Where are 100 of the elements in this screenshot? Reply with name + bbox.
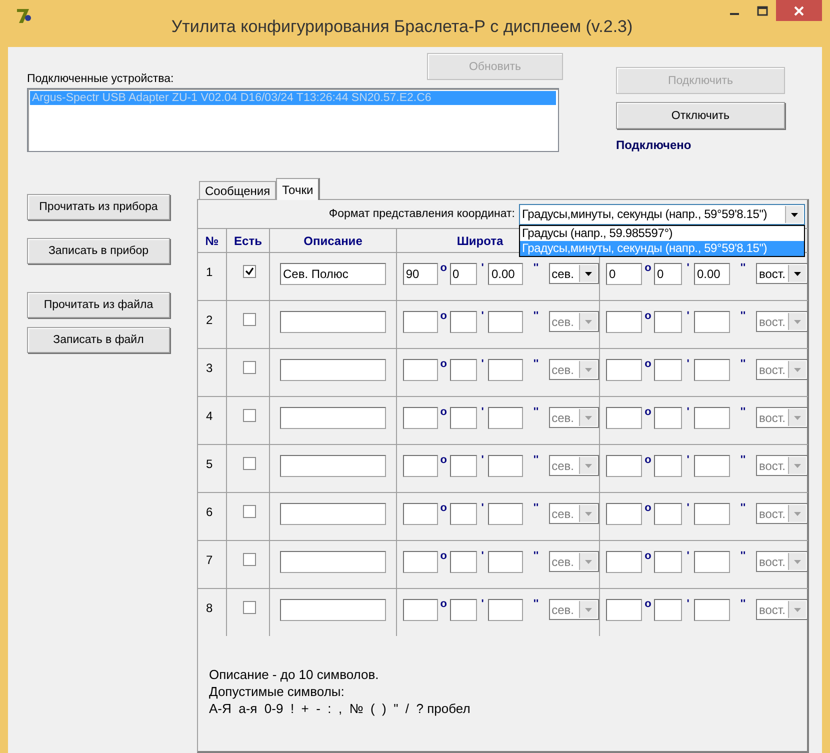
hemisphere-dropdown[interactable]: сев. xyxy=(548,599,599,620)
minutes-field[interactable] xyxy=(450,311,477,333)
minute-mark: ' xyxy=(686,311,690,321)
seconds-field[interactable] xyxy=(694,455,730,477)
present-checkbox[interactable] xyxy=(243,601,256,614)
minute-mark: ' xyxy=(480,551,485,561)
close-button[interactable] xyxy=(776,0,822,21)
second-mark: '' xyxy=(739,263,747,273)
seconds-field[interactable] xyxy=(488,359,524,381)
present-checkbox[interactable] xyxy=(243,553,256,566)
seconds-field[interactable] xyxy=(488,455,524,477)
format-label: Формат представления координат: xyxy=(328,208,515,220)
hemisphere-dropdown[interactable]: вост. xyxy=(756,551,808,572)
degrees-field[interactable] xyxy=(606,311,642,333)
degrees-field[interactable] xyxy=(402,359,438,381)
seconds-field[interactable]: 0.00 xyxy=(488,263,524,285)
degrees-field[interactable] xyxy=(606,551,642,573)
hemisphere-dropdown[interactable]: вост. xyxy=(756,455,808,476)
degrees-field[interactable] xyxy=(402,407,438,429)
minutes-field[interactable] xyxy=(450,503,477,525)
hemisphere-dropdown[interactable]: сев. xyxy=(548,311,599,332)
present-checkbox[interactable] xyxy=(243,457,256,470)
degrees-field[interactable] xyxy=(402,455,438,477)
format-option[interactable]: Градусы,минуты, секунды (напр., 59°59'8.15") xyxy=(520,240,804,256)
present-checkbox[interactable] xyxy=(243,409,256,422)
hemisphere-dropdown[interactable]: вост. xyxy=(756,359,808,380)
hemisphere-dropdown[interactable]: сев. xyxy=(548,503,599,524)
seconds-field[interactable] xyxy=(694,551,730,573)
action-button[interactable]: Прочитать из файла xyxy=(27,292,170,318)
hemisphere-dropdown[interactable]: сев. xyxy=(548,551,599,572)
minutes-field[interactable] xyxy=(450,599,477,621)
description-field[interactable] xyxy=(280,503,386,525)
hemisphere-dropdown[interactable]: сев. xyxy=(548,455,599,476)
seconds-field[interactable] xyxy=(488,503,524,525)
hemisphere-dropdown[interactable]: вост. xyxy=(756,311,808,332)
action-button[interactable]: Записать в файл xyxy=(27,327,170,353)
seconds-field[interactable] xyxy=(694,359,730,381)
action-button[interactable]: Прочитать из прибора xyxy=(27,194,170,220)
seconds-field[interactable]: 0.00 xyxy=(694,263,730,285)
degrees-field[interactable] xyxy=(606,599,642,621)
minutes-field[interactable] xyxy=(654,551,682,573)
seconds-field[interactable] xyxy=(488,407,524,429)
description-field[interactable] xyxy=(280,311,386,333)
minutes-field[interactable] xyxy=(450,455,477,477)
seconds-field[interactable] xyxy=(488,599,524,621)
format-option[interactable]: Градусы (напр., 59.985597°) xyxy=(520,226,804,240)
present-checkbox[interactable] xyxy=(243,505,256,518)
column-header: Широта xyxy=(456,234,504,248)
degree-mark: o xyxy=(440,359,448,369)
minutes-field[interactable] xyxy=(450,407,477,429)
degrees-field[interactable]: 0 xyxy=(606,263,642,285)
degrees-field[interactable] xyxy=(606,407,642,429)
format-dropdown[interactable]: Градусы,минуты, секунды (напр., 59°59'8.15") xyxy=(519,204,805,224)
minutes-field[interactable] xyxy=(450,551,477,573)
hemisphere-dropdown[interactable]: вост. xyxy=(756,599,808,620)
degrees-field[interactable] xyxy=(402,311,438,333)
seconds-field[interactable] xyxy=(488,551,524,573)
minutes-field[interactable] xyxy=(654,407,682,429)
hemisphere-dropdown[interactable]: вост. xyxy=(756,503,808,524)
note-text: Допустимые символы: xyxy=(209,683,346,700)
minutes-field[interactable] xyxy=(654,455,682,477)
degrees-field[interactable] xyxy=(402,503,438,525)
seconds-field[interactable] xyxy=(694,407,730,429)
minutes-field[interactable]: 0 xyxy=(654,263,682,285)
second-mark: '' xyxy=(532,551,540,561)
hemisphere-dropdown[interactable]: вост. xyxy=(756,407,808,428)
present-checkbox[interactable] xyxy=(243,361,256,374)
seconds-field[interactable] xyxy=(694,311,730,333)
present-checkbox[interactable] xyxy=(243,265,256,278)
seconds-field[interactable] xyxy=(694,503,730,525)
description-field[interactable] xyxy=(280,599,386,621)
degrees-field[interactable]: 90 xyxy=(402,263,438,285)
degrees-field[interactable] xyxy=(606,359,642,381)
hemisphere-dropdown[interactable]: сев. xyxy=(548,407,599,428)
minutes-field[interactable] xyxy=(654,503,682,525)
description-field[interactable] xyxy=(280,551,386,573)
hemisphere-dropdown[interactable]: сев. xyxy=(548,263,599,284)
seconds-field[interactable] xyxy=(488,311,524,333)
degree-mark: o xyxy=(440,455,448,465)
minutes-field[interactable] xyxy=(654,599,682,621)
hemisphere-dropdown[interactable]: сев. xyxy=(548,359,599,380)
description-field[interactable]: Сев. Полюс xyxy=(280,263,386,285)
degrees-field[interactable] xyxy=(606,503,642,525)
action-button[interactable]: Записать в прибор xyxy=(27,238,170,264)
present-checkbox[interactable] xyxy=(243,313,256,326)
degrees-field[interactable] xyxy=(606,455,642,477)
description-field[interactable] xyxy=(280,407,386,429)
seconds-field[interactable] xyxy=(694,599,730,621)
tab[interactable]: Точки xyxy=(276,178,320,200)
description-field[interactable] xyxy=(280,455,386,477)
tab[interactable]: Сообщения xyxy=(199,181,276,199)
hemisphere-dropdown[interactable]: вост. xyxy=(756,263,808,284)
minutes-field[interactable] xyxy=(450,359,477,381)
degrees-field[interactable] xyxy=(402,599,438,621)
degrees-field[interactable] xyxy=(402,551,438,573)
minutes-field[interactable] xyxy=(654,311,682,333)
description-field[interactable] xyxy=(280,359,386,381)
disconnect-button[interactable]: Отключить xyxy=(616,102,785,129)
minutes-field[interactable] xyxy=(654,359,682,381)
minutes-field[interactable]: 0 xyxy=(450,263,477,285)
